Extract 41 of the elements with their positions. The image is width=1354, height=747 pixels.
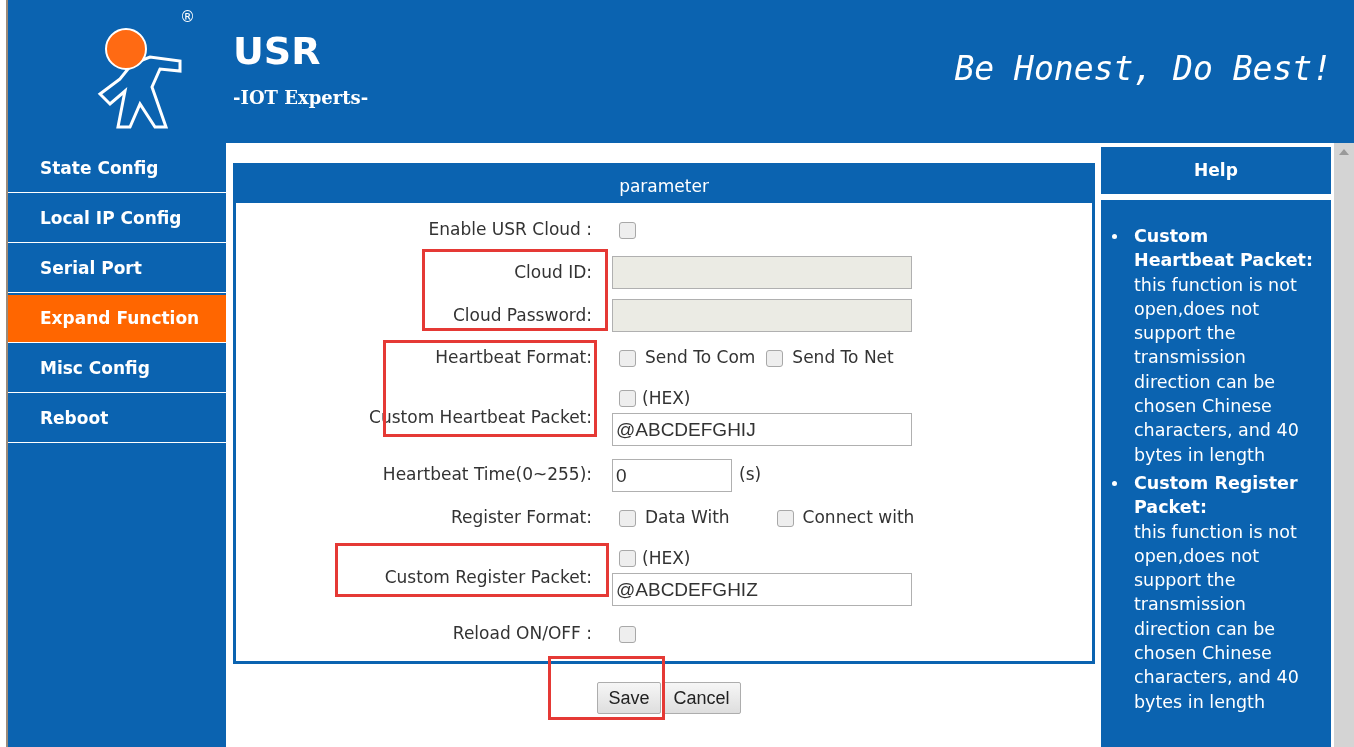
input-field[interactable]: @ABCDEFGHIZ [612,573,912,607]
registered-mark: ® [180,7,195,28]
help-heading: Custom Heartbeat Packet: [1134,225,1313,273]
checkbox[interactable] [619,509,636,527]
help-text: this function is not open,does not support the transmission direction can be chosen Chinese characters, and 40 bytes in length [1134,273,1300,467]
slogan: Be Honest, Do Best! [954,48,1332,90]
checkbox[interactable] [619,550,636,567]
tagline: -IOT Experts- [233,86,369,110]
help-heading: Custom Register Packet: [1134,471,1299,520]
unit-label: (s) [739,463,762,487]
field-label: Heartbeat Time(0~255): [381,463,592,487]
form-button[interactable]: Save [597,682,661,714]
bullet-icon [1112,234,1117,239]
field-label: Heartbeat Format: [434,346,592,370]
input-field[interactable]: 0 [612,458,732,492]
panel-title: parameter [236,166,1092,203]
field-label: Register Format: [449,506,592,530]
checkbox[interactable] [766,349,784,367]
field-label: Reload ON/OFF : [451,622,592,646]
checkbox[interactable] [619,390,636,407]
help-title: Help [1101,147,1331,194]
brand-name: USR [233,32,322,70]
hex-label: (HEX) [642,546,691,570]
option-label: Data With [645,506,730,530]
checkbox[interactable] [619,625,636,643]
help-text: this function is not open,does not support the transmission direction can be chosen Chinese characters, and 40 bytes in length [1134,520,1300,714]
option-label: Send To Com [645,346,756,370]
checkbox[interactable] [619,221,636,239]
field-label: Cloud ID: [513,260,592,284]
hex-label: (HEX) [642,386,691,410]
bullet-icon [1112,480,1117,486]
input-field[interactable]: @ABCDEFGHIJ [612,413,912,447]
field-label: Cloud Password: [451,303,592,327]
form-button[interactable]: Cancel [662,682,741,714]
checkbox[interactable] [776,509,794,527]
option-label: Send To Net [792,346,894,370]
checkbox[interactable] [619,349,636,367]
option-label: Connect with [802,506,915,530]
field-label: Enable USR Cloud : [427,218,592,242]
field-label: Custom Register Packet: [383,566,592,590]
scroll-up-icon[interactable] [1339,149,1349,155]
